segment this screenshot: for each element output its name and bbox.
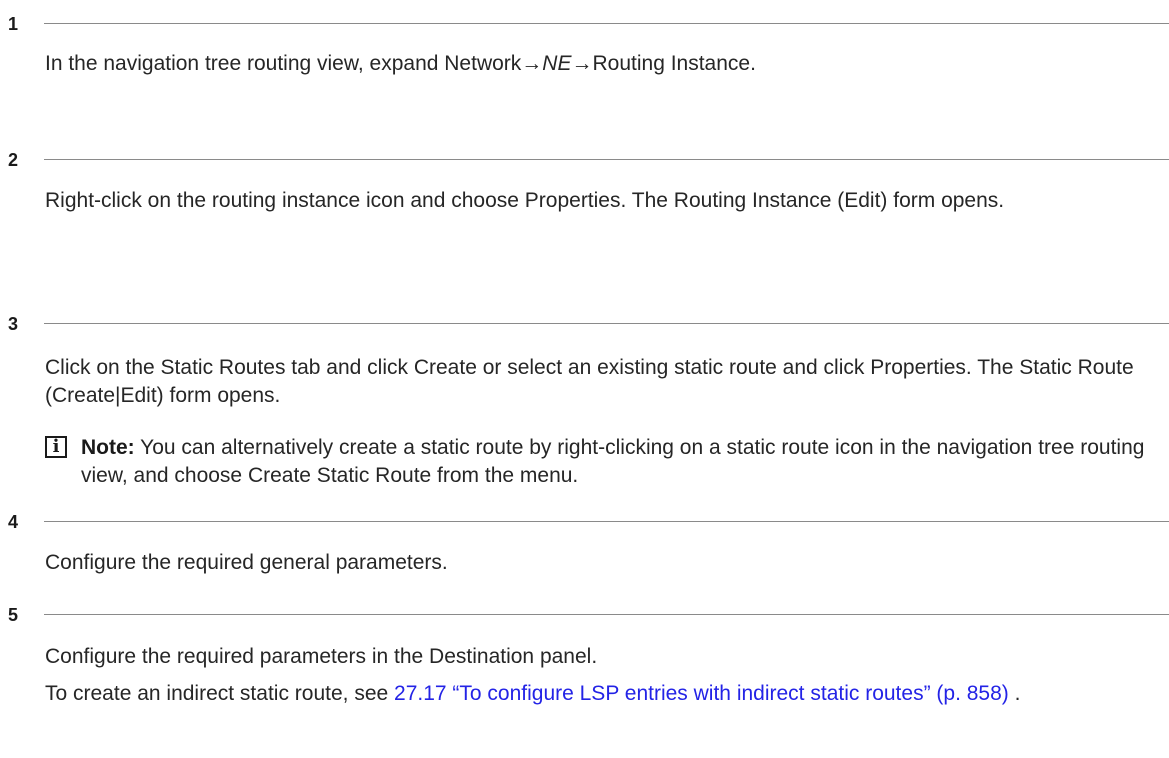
step-text-italic: NE <box>542 52 572 75</box>
info-icon: i <box>45 436 67 458</box>
step-text-part: To create an indirect static route, see <box>45 682 395 705</box>
step-text-part: →Routing Instance. <box>571 52 756 75</box>
step-header: 5 <box>8 603 1169 627</box>
note-body: You can alternatively create a static ro… <box>81 436 1145 487</box>
step-header: 3 <box>8 312 1169 336</box>
note-label: Note: <box>81 436 135 459</box>
note-text: Note: You can alternatively create a sta… <box>81 434 1161 490</box>
step-header: 4 <box>8 510 1169 534</box>
step-number: 3 <box>8 314 19 334</box>
step-number: 5 <box>8 605 19 625</box>
step-text: Configure the required general parameter… <box>45 551 448 574</box>
step-text: Right-click on the routing instance icon… <box>45 189 1005 212</box>
divider <box>44 159 1169 160</box>
step-text-2: To create an indirect static route, see … <box>45 680 1160 708</box>
step-text-part: . <box>1008 682 1021 705</box>
step-header: 2 <box>8 148 1169 172</box>
step-text: In the navigation tree routing view, exp… <box>45 50 1160 78</box>
step-text: Click on the Static Routes tab and click… <box>45 356 1134 407</box>
step-text-part: In the navigation tree routing view, exp… <box>45 52 543 75</box>
divider <box>44 323 1169 324</box>
step-number: 1 <box>8 14 19 34</box>
divider <box>44 521 1169 522</box>
step-number: 2 <box>8 150 19 170</box>
divider <box>44 23 1169 24</box>
cross-reference-link[interactable]: 27.17 “To configure LSP entries with ind… <box>394 682 1009 705</box>
step-header: 1 <box>8 12 1169 36</box>
step-number: 4 <box>8 512 19 532</box>
step-text: Configure the required parameters in the… <box>45 645 598 668</box>
divider <box>44 614 1169 615</box>
